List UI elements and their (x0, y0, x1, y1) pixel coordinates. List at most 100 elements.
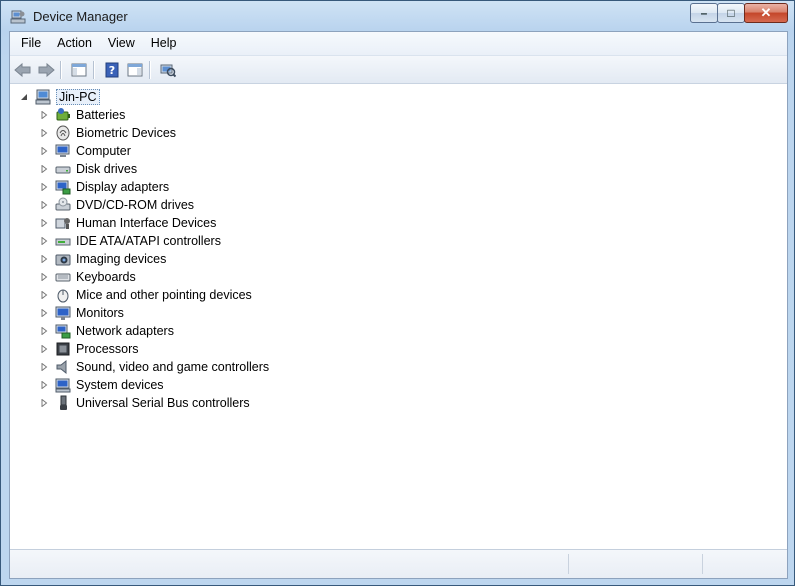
forward-button[interactable] (36, 60, 56, 80)
dvd-drive-icon (55, 197, 71, 211)
caption-buttons: – □ ✕ (690, 3, 788, 23)
tree-item-label[interactable]: Human Interface Devices (76, 216, 216, 230)
show-hide-console-tree-button[interactable] (69, 60, 89, 80)
help-icon: ? (105, 62, 119, 77)
device-manager-window: Device Manager – □ ✕ File Action View He… (0, 0, 795, 586)
tree-item-monitors[interactable]: Monitors (40, 304, 124, 322)
fingerprint-icon (56, 125, 70, 141)
menu-action[interactable]: Action (49, 32, 100, 55)
expand-arrow-icon[interactable] (40, 291, 48, 299)
tree-item-system-devices[interactable]: System devices (40, 376, 164, 394)
properties-pane-icon (127, 63, 143, 76)
forward-arrow-icon (38, 62, 55, 77)
menu-file[interactable]: File (10, 32, 49, 55)
title-bar[interactable]: Device Manager – □ ✕ (1, 1, 794, 31)
tree-item-processors[interactable]: Processors (40, 340, 139, 358)
device-manager-app-icon (10, 10, 26, 24)
monitor-icon (55, 306, 71, 320)
tree-item-batteries[interactable]: Batteries (40, 106, 125, 124)
processor-icon (56, 342, 70, 356)
root-computer-name[interactable]: Jin-PC (56, 89, 100, 105)
tree-item-network-adapters[interactable]: Network adapters (40, 322, 174, 340)
tree-item-label[interactable]: Biometric Devices (76, 126, 176, 140)
tree-item-label[interactable]: Disk drives (76, 162, 137, 176)
expand-arrow-icon[interactable] (40, 147, 48, 155)
expand-arrow-icon[interactable] (40, 327, 48, 335)
scan-hardware-icon (160, 64, 176, 77)
back-arrow-icon (14, 62, 31, 77)
expand-arrow-icon[interactable] (40, 183, 48, 191)
expand-arrow-icon[interactable] (40, 201, 48, 209)
tree-item-display-adapters[interactable]: Display adapters (40, 178, 169, 196)
tree-item-label[interactable]: Keyboards (76, 270, 136, 284)
expand-arrow-icon[interactable] (40, 111, 48, 119)
minimize-icon: – (700, 6, 708, 20)
expand-arrow-icon[interactable] (40, 165, 48, 173)
close-icon: ✕ (760, 5, 772, 20)
expand-arrow-icon[interactable] (40, 381, 48, 389)
client-area: File Action View Help ? Jin-PC Batteries… (9, 31, 788, 579)
tree-item-label[interactable]: Imaging devices (76, 252, 166, 266)
tree-item-universal-serial-bus-controllers[interactable]: Universal Serial Bus controllers (40, 394, 250, 412)
toolbar: ? (10, 56, 787, 84)
tree-item-label[interactable]: Mice and other pointing devices (76, 288, 252, 302)
tree-item-label[interactable]: Processors (76, 342, 139, 356)
expand-arrow-icon[interactable] (40, 237, 48, 245)
tree-item-dvd-cd-rom-drives[interactable]: DVD/CD-ROM drives (40, 196, 194, 214)
scan-hardware-button[interactable] (158, 60, 178, 80)
maximize-icon: □ (727, 6, 735, 20)
menu-view[interactable]: View (100, 32, 143, 55)
help-button[interactable]: ? (102, 60, 122, 80)
back-button[interactable] (13, 60, 33, 80)
toolbar-separator (93, 60, 95, 79)
menu-bar: File Action View Help (10, 32, 787, 56)
toolbar-separator (60, 60, 62, 79)
tree-item-label[interactable]: System devices (76, 378, 164, 392)
display-adapter-icon (55, 180, 71, 195)
tree-item-label[interactable]: Network adapters (76, 324, 174, 338)
collapse-arrow-icon[interactable] (20, 93, 28, 101)
expand-arrow-icon[interactable] (40, 219, 48, 227)
tree-item-label[interactable]: Batteries (76, 108, 125, 122)
tree-item-label[interactable]: Display adapters (76, 180, 169, 194)
minimize-button[interactable]: – (690, 3, 718, 23)
show-hide-console-tree-icon (71, 63, 87, 76)
battery-icon (56, 108, 70, 121)
tree-item-label[interactable]: DVD/CD-ROM drives (76, 198, 194, 212)
tree-item-disk-drives[interactable]: Disk drives (40, 160, 137, 178)
tree-root[interactable]: Jin-PC (20, 88, 100, 106)
tree-item-computer[interactable]: Computer (40, 142, 131, 160)
svg-text:?: ? (109, 64, 115, 77)
tree-item-label[interactable]: Computer (76, 144, 131, 158)
expand-arrow-icon[interactable] (40, 129, 48, 137)
hid-icon (55, 218, 70, 229)
maximize-button[interactable]: □ (717, 3, 745, 23)
expand-arrow-icon[interactable] (40, 255, 48, 263)
window-title: Device Manager (33, 9, 128, 24)
tree-item-human-interface-devices[interactable]: Human Interface Devices (40, 214, 216, 232)
expand-arrow-icon[interactable] (40, 363, 48, 371)
close-button[interactable]: ✕ (744, 3, 788, 23)
tree-item-label[interactable]: Universal Serial Bus controllers (76, 396, 250, 410)
expand-arrow-icon[interactable] (40, 273, 48, 281)
expand-arrow-icon[interactable] (40, 399, 48, 407)
tree-item-ide-ata-atapi-controllers[interactable]: IDE ATA/ATAPI controllers (40, 232, 221, 250)
tree-item-biometric-devices[interactable]: Biometric Devices (40, 124, 176, 142)
tree-item-label[interactable]: Monitors (76, 306, 124, 320)
status-pane-main (10, 554, 569, 574)
expand-arrow-icon[interactable] (40, 309, 48, 317)
properties-pane-button[interactable] (125, 60, 145, 80)
tree-item-label[interactable]: IDE ATA/ATAPI controllers (76, 234, 221, 248)
usb-icon (60, 395, 67, 410)
system-devices-icon (55, 378, 71, 393)
expand-arrow-icon[interactable] (40, 345, 48, 353)
tree-item-label[interactable]: Sound, video and game controllers (76, 360, 269, 374)
menu-help[interactable]: Help (143, 32, 185, 55)
toolbar-separator (149, 60, 151, 79)
tree-item-sound-video-and-game-controllers[interactable]: Sound, video and game controllers (40, 358, 269, 376)
tree-item-mice-and-other-pointing-devices[interactable]: Mice and other pointing devices (40, 286, 252, 304)
status-bar (10, 549, 787, 578)
disk-drive-icon (55, 166, 71, 174)
tree-item-imaging-devices[interactable]: Imaging devices (40, 250, 166, 268)
tree-item-keyboards[interactable]: Keyboards (40, 268, 136, 286)
